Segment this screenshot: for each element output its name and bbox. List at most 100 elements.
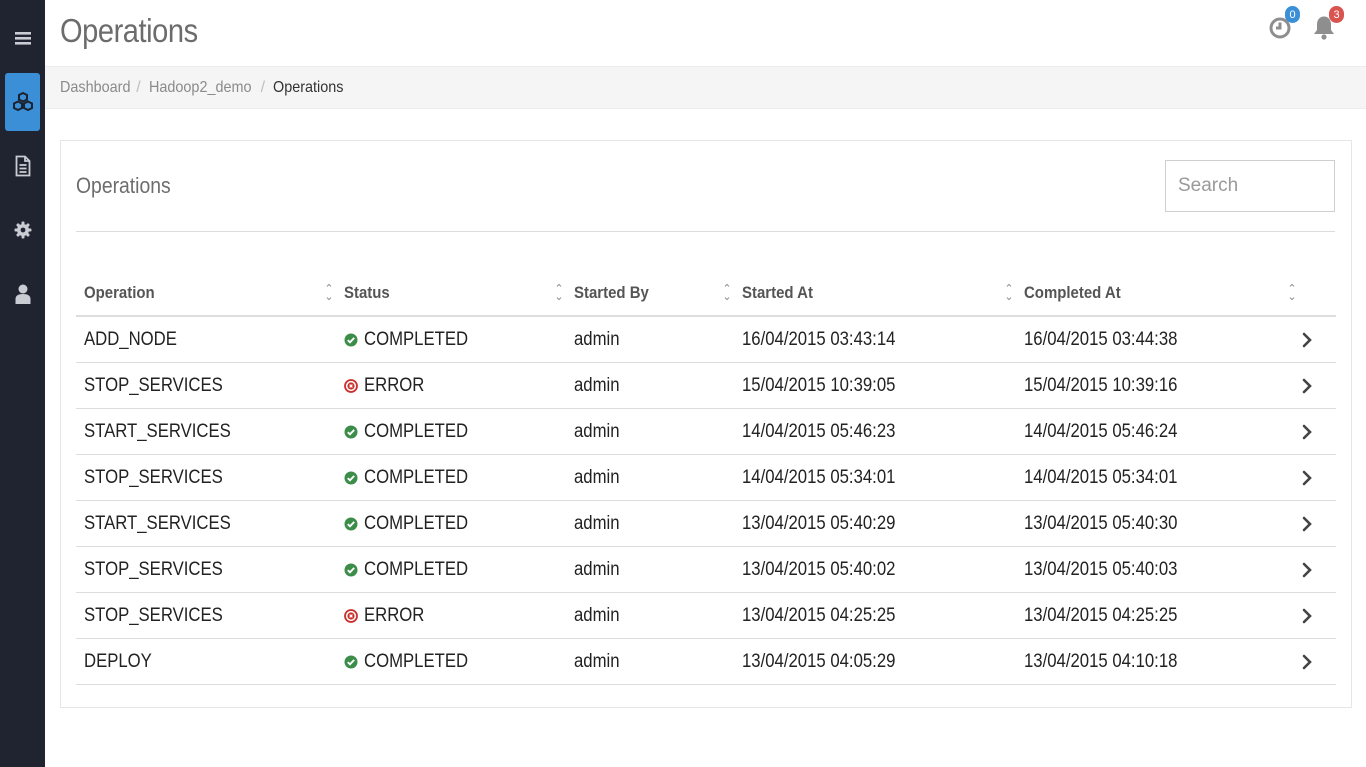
sort-icon[interactable]: ⌃ ⌄: [554, 284, 564, 303]
top-bar: Operations 0 3: [45, 0, 1366, 66]
row-details-button[interactable]: [1302, 593, 1312, 638]
check-circle-icon: [344, 333, 358, 346]
operations-table: Operation ⌃ ⌄ Status ⌃ ⌄ Started By ⌃ ⌄ Sta…: [76, 271, 1336, 685]
status-cell: ERROR: [344, 363, 433, 408]
started-by-cell: admin: [574, 650, 620, 672]
operation-cell: STOP_SERVICES: [84, 466, 223, 488]
table-header: Operation ⌃ ⌄ Status ⌃ ⌄ Started By ⌃ ⌄ Sta…: [76, 271, 1336, 317]
status-cell: COMPLETED: [344, 639, 482, 684]
operation-cell: DEPLOY: [84, 650, 152, 672]
breadcrumb-separator: /: [260, 78, 266, 96]
document-icon: [15, 155, 30, 177]
check-circle-icon: [344, 425, 358, 438]
sidebar-item-documents[interactable]: [5, 137, 40, 195]
status-cell: COMPLETED: [344, 317, 482, 362]
column-header-operation[interactable]: Operation: [84, 271, 164, 315]
sidebar-item-clusters[interactable]: [5, 73, 40, 131]
started-at-cell: 13/04/2015 05:40:02: [742, 558, 896, 580]
column-header-status[interactable]: Status: [344, 271, 396, 315]
gear-icon: [14, 221, 31, 239]
error-icon: [344, 378, 358, 393]
started-by-cell: admin: [574, 420, 620, 442]
chevron-right-icon: [1302, 562, 1312, 577]
breadcrumb-dashboard[interactable]: Dashboard: [60, 79, 130, 97]
column-header-completed-at[interactable]: Completed At: [1024, 271, 1134, 315]
table-row[interactable]: START_SERVICES COMPLETED admin 14/04/201…: [76, 409, 1336, 455]
row-details-button[interactable]: [1302, 409, 1312, 454]
check-circle-icon: [344, 563, 358, 576]
started-at-cell: 15/04/2015 10:39:05: [742, 374, 896, 396]
table-row[interactable]: ADD_NODE COMPLETED admin 16/04/2015 03:4…: [76, 317, 1336, 363]
row-details-button[interactable]: [1302, 547, 1312, 592]
sort-icon[interactable]: ⌃ ⌄: [1004, 284, 1014, 303]
sort-icon[interactable]: ⌃ ⌄: [324, 284, 334, 303]
menu-toggle-button[interactable]: [5, 9, 40, 67]
row-details-button[interactable]: [1302, 317, 1312, 362]
status-cell: COMPLETED: [344, 455, 482, 500]
column-header-started-at[interactable]: Started At: [742, 271, 823, 315]
started-by-cell: admin: [574, 374, 620, 396]
started-at-cell: 13/04/2015 04:25:25: [742, 604, 896, 626]
breadcrumb-cluster[interactable]: Hadoop2_demo: [149, 79, 251, 97]
status-cell: ERROR: [344, 593, 433, 638]
table-row[interactable]: DEPLOY COMPLETED admin 13/04/2015 04:05:…: [76, 639, 1336, 685]
column-header-started-by[interactable]: Started By: [574, 271, 659, 315]
completed-at-cell: 13/04/2015 04:25:25: [1024, 604, 1178, 626]
operation-cell: START_SERVICES: [84, 420, 231, 442]
started-at-cell: 14/04/2015 05:46:23: [742, 420, 896, 442]
cubes-icon: [12, 91, 33, 112]
search-input[interactable]: [1165, 160, 1335, 212]
sidebar-item-settings[interactable]: [5, 201, 40, 259]
table-row[interactable]: START_SERVICES COMPLETED admin 13/04/201…: [76, 501, 1336, 547]
started-at-cell: 13/04/2015 04:05:29: [742, 650, 896, 672]
row-details-button[interactable]: [1302, 455, 1312, 500]
sidebar: [0, 0, 45, 767]
started-at-cell: 16/04/2015 03:43:14: [742, 328, 896, 350]
row-details-button[interactable]: [1302, 639, 1312, 684]
row-details-button[interactable]: [1302, 363, 1312, 408]
error-icon: [344, 608, 358, 623]
chevron-right-icon: [1302, 424, 1312, 439]
check-circle-icon: [344, 471, 358, 484]
chevron-right-icon: [1302, 378, 1312, 393]
check-circle-icon: [344, 517, 358, 530]
notifications-button[interactable]: 3: [1310, 6, 1344, 44]
completed-at-cell: 15/04/2015 10:39:16: [1024, 374, 1178, 396]
breadcrumb: Dashboard / Hadoop2_demo / Operations: [45, 66, 1366, 109]
chevron-right-icon: [1302, 516, 1312, 531]
breadcrumb-current: Operations: [273, 78, 344, 96]
sort-icon[interactable]: ⌃ ⌄: [1287, 284, 1297, 303]
completed-at-cell: 13/04/2015 05:40:30: [1024, 512, 1178, 534]
started-at-cell: 13/04/2015 05:40:29: [742, 512, 896, 534]
operations-panel: Operations Operation ⌃⌄ Status ⌃⌄ Starte…: [60, 140, 1352, 708]
completed-at-cell: 14/04/2015 05:34:01: [1024, 466, 1178, 488]
operation-cell: ADD_NODE: [84, 328, 177, 350]
status-cell: COMPLETED: [344, 547, 482, 592]
completed-at-cell: 14/04/2015 05:46:24: [1024, 420, 1178, 442]
table-row[interactable]: STOP_SERVICES COMPLETED admin 13/04/2015…: [76, 547, 1336, 593]
row-details-button[interactable]: [1302, 501, 1312, 546]
user-icon: [15, 284, 30, 304]
sort-icon[interactable]: ⌃ ⌄: [722, 284, 732, 303]
status-cell: COMPLETED: [344, 501, 482, 546]
notifications-count-badge: 3: [1329, 6, 1344, 23]
check-circle-icon: [344, 655, 358, 668]
completed-at-cell: 13/04/2015 05:40:03: [1024, 558, 1178, 580]
hamburger-icon: [14, 32, 31, 45]
divider: [76, 231, 1335, 232]
operation-cell: STOP_SERVICES: [84, 374, 223, 396]
started-by-cell: admin: [574, 558, 620, 580]
table-body: ADD_NODE COMPLETED admin 16/04/2015 03:4…: [76, 317, 1336, 685]
chevron-right-icon: [1302, 608, 1312, 623]
started-by-cell: admin: [574, 328, 620, 350]
table-row[interactable]: STOP_SERVICES COMPLETED admin 14/04/2015…: [76, 455, 1336, 501]
started-at-cell: 14/04/2015 05:34:01: [742, 466, 896, 488]
table-row[interactable]: STOP_SERVICES ERROR admin 15/04/2015 10:…: [76, 363, 1336, 409]
sidebar-item-users[interactable]: [5, 265, 40, 323]
breadcrumb-separator: /: [136, 78, 141, 96]
panel-title: Operations: [76, 173, 171, 198]
history-button[interactable]: 0: [1266, 6, 1300, 44]
table-row[interactable]: STOP_SERVICES ERROR admin 13/04/2015 04:…: [76, 593, 1336, 639]
operation-cell: START_SERVICES: [84, 512, 231, 534]
started-by-cell: admin: [574, 512, 620, 534]
